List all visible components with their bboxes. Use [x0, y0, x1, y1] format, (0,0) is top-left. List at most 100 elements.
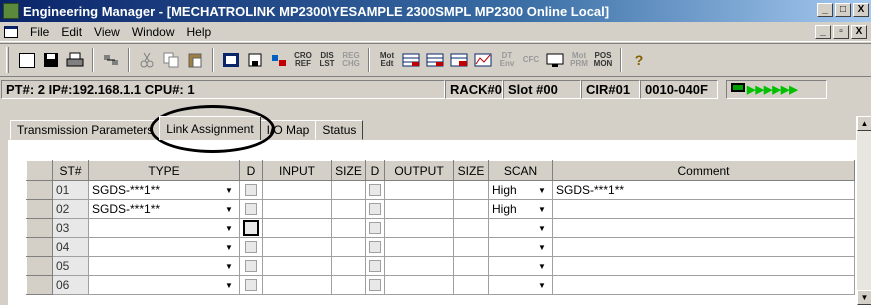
size-input-cell[interactable]: [331, 275, 366, 295]
dis-lst-icon[interactable]: DIS LST: [316, 49, 338, 71]
d-output-cell[interactable]: [365, 256, 385, 276]
scan-cell[interactable]: ▼: [488, 237, 553, 257]
dropdown-arrow-icon[interactable]: ▼: [222, 201, 236, 217]
register-icon[interactable]: [400, 49, 422, 71]
type-cell[interactable]: ▼: [88, 237, 240, 257]
mot-prm-icon[interactable]: Mot PRM: [568, 49, 590, 71]
col-output[interactable]: OUTPUT: [384, 160, 454, 181]
scan-cell[interactable]: High ▼: [488, 199, 553, 219]
print-icon[interactable]: [64, 49, 86, 71]
dropdown-arrow-icon[interactable]: ▼: [535, 277, 549, 293]
menu-window[interactable]: Window: [126, 25, 181, 39]
scroll-down-arrow-icon[interactable]: ▼: [857, 290, 871, 305]
type-cell[interactable]: SGDS-***1** ▼: [88, 199, 240, 219]
input-cell[interactable]: [262, 256, 332, 276]
dropdown-arrow-icon[interactable]: ▼: [222, 277, 236, 293]
help-icon[interactable]: ?: [628, 49, 650, 71]
input-cell[interactable]: [262, 218, 332, 238]
output-cell[interactable]: [384, 256, 454, 276]
table-row[interactable]: 05 ▼ ▼: [26, 256, 855, 276]
menu-file[interactable]: File: [24, 25, 55, 39]
dropdown-arrow-icon[interactable]: ▼: [535, 182, 549, 198]
d-output-cell[interactable]: [365, 237, 385, 257]
comment-cell[interactable]: SGDS-***1**: [552, 180, 855, 200]
register-hash-icon[interactable]: [424, 49, 446, 71]
close-button[interactable]: X: [853, 3, 869, 17]
checkbox[interactable]: [369, 279, 381, 291]
scroll-up-arrow-icon[interactable]: ▲: [857, 116, 871, 131]
input-cell[interactable]: [262, 275, 332, 295]
dropdown-arrow-icon[interactable]: ▼: [222, 220, 236, 236]
mdi-minimize-button[interactable]: _: [815, 25, 831, 39]
comment-cell[interactable]: [552, 275, 855, 295]
type-cell[interactable]: SGDS-***1** ▼: [88, 180, 240, 200]
monitor-icon[interactable]: [544, 49, 566, 71]
pos-mon-icon[interactable]: POS MON: [592, 49, 614, 71]
row-header[interactable]: [26, 275, 53, 295]
scan-cell[interactable]: ▼: [488, 218, 553, 238]
input-cell[interactable]: [262, 237, 332, 257]
output-cell[interactable]: [384, 180, 454, 200]
col-input[interactable]: INPUT: [262, 160, 332, 181]
d-output-cell[interactable]: [365, 180, 385, 200]
d-input-cell[interactable]: [239, 199, 263, 219]
vertical-scrollbar[interactable]: ▲ ▼: [856, 116, 871, 305]
d-input-cell[interactable]: [239, 237, 263, 257]
new-file-icon[interactable]: [16, 49, 38, 71]
dropdown-arrow-icon[interactable]: ▼: [222, 258, 236, 274]
save-icon[interactable]: [40, 49, 62, 71]
checkbox[interactable]: [369, 222, 381, 234]
scan-cell[interactable]: ▼: [488, 275, 553, 295]
d-input-cell[interactable]: [239, 218, 263, 238]
menu-help[interactable]: Help: [181, 25, 218, 39]
table-row[interactable]: 02 SGDS-***1** ▼ High ▼: [26, 199, 855, 219]
size-output-cell[interactable]: [453, 237, 489, 257]
size-input-cell[interactable]: [331, 237, 366, 257]
d-input-cell[interactable]: [239, 180, 263, 200]
row-header[interactable]: [26, 256, 53, 276]
size-output-cell[interactable]: [453, 256, 489, 276]
comment-cell[interactable]: [552, 218, 855, 238]
dropdown-arrow-icon[interactable]: ▼: [535, 201, 549, 217]
tab-io-map[interactable]: I/O Map: [259, 120, 317, 140]
d-output-cell[interactable]: [365, 275, 385, 295]
col-scan[interactable]: SCAN: [488, 160, 553, 181]
size-output-cell[interactable]: [453, 218, 489, 238]
size-output-cell[interactable]: [453, 199, 489, 219]
output-cell[interactable]: [384, 275, 454, 295]
col-size-input[interactable]: SIZE: [331, 160, 366, 181]
scan-icon[interactable]: [244, 49, 266, 71]
col-type[interactable]: TYPE: [88, 160, 240, 181]
checkbox[interactable]: [245, 203, 257, 215]
tab-link-assignment[interactable]: Link Assignment: [159, 116, 261, 140]
output-cell[interactable]: [384, 237, 454, 257]
tab-transmission-parameters[interactable]: Transmission Parameters: [10, 120, 161, 140]
network-icon[interactable]: [100, 49, 122, 71]
paste-icon[interactable]: [184, 49, 206, 71]
checkbox[interactable]: [245, 279, 257, 291]
mdi-restore-button[interactable]: ▫: [833, 25, 849, 39]
col-d-input[interactable]: D: [239, 160, 263, 181]
row-header[interactable]: [26, 180, 53, 200]
type-cell[interactable]: ▼: [88, 256, 240, 276]
table-row[interactable]: 03 ▼ ▼: [26, 218, 855, 238]
trace-icon[interactable]: [472, 49, 494, 71]
dropdown-arrow-icon[interactable]: ▼: [535, 239, 549, 255]
input-cell[interactable]: [262, 199, 332, 219]
menu-view[interactable]: View: [88, 25, 126, 39]
input-cell[interactable]: [262, 180, 332, 200]
toolbar-grip[interactable]: [6, 47, 9, 73]
row-header[interactable]: [26, 218, 53, 238]
comment-cell[interactable]: [552, 199, 855, 219]
scan-cell[interactable]: High ▼: [488, 180, 553, 200]
row-header[interactable]: [26, 199, 53, 219]
mot-edt-icon[interactable]: Mot Edt: [376, 49, 398, 71]
checkbox[interactable]: [369, 184, 381, 196]
module-config-icon[interactable]: [220, 49, 242, 71]
type-cell[interactable]: ▼: [88, 218, 240, 238]
scan-cell[interactable]: ▼: [488, 256, 553, 276]
maximize-button[interactable]: □: [835, 3, 851, 17]
document-icon[interactable]: [4, 25, 18, 38]
minimize-button[interactable]: _: [817, 3, 833, 17]
output-cell[interactable]: [384, 218, 454, 238]
